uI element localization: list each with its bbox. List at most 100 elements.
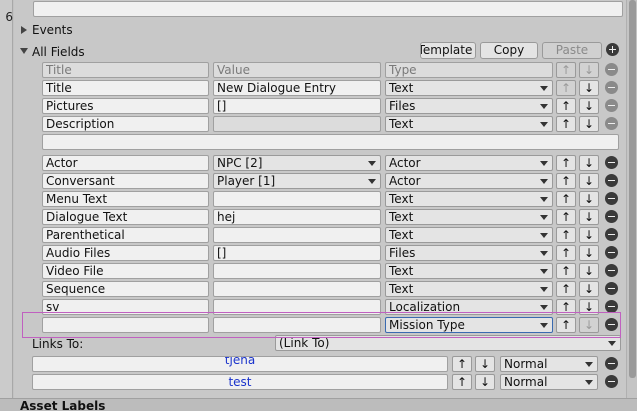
field-title[interactable]: Dialogue Text [42, 209, 209, 225]
link-target-name: test [228, 375, 252, 389]
move-down-button[interactable]: ↓ [579, 227, 599, 243]
move-up-button[interactable]: ↑ [556, 245, 576, 261]
chevron-down-icon [368, 161, 376, 166]
field-type-dropdown[interactable]: Text [385, 116, 553, 132]
field-value[interactable]: hej [213, 209, 381, 225]
events-foldout-label[interactable]: Events [32, 23, 73, 37]
field-value[interactable]: [] [213, 245, 381, 261]
field-value[interactable]: New Dialogue Entry [213, 80, 381, 96]
field-type-dropdown[interactable]: Text [385, 281, 553, 297]
remove-field-icon[interactable] [605, 192, 618, 205]
remove-field-icon[interactable] [605, 174, 618, 187]
field-value[interactable] [213, 116, 381, 132]
link-move-down-button[interactable]: ↓ [475, 356, 495, 372]
move-up-button[interactable]: ↑ [556, 80, 576, 96]
field-type-dropdown[interactable]: Text [385, 191, 553, 207]
link-target-button[interactable]: test [32, 374, 448, 390]
field-value-dropdown[interactable]: Player [1] [213, 173, 381, 189]
field-value-dropdown[interactable]: NPC [2] [213, 155, 381, 171]
move-down-button[interactable]: ↓ [579, 209, 599, 225]
link-priority-dropdown[interactable]: Normal [500, 356, 598, 372]
all-fields-foldout-label[interactable]: All Fields [32, 45, 85, 59]
field-value-label: NPC [2] [217, 156, 263, 170]
chevron-down-icon [585, 380, 593, 385]
field-title[interactable]: Actor [42, 155, 209, 171]
field-value[interactable]: [] [213, 98, 381, 114]
remove-link-icon[interactable] [605, 357, 618, 370]
field-type-dropdown[interactable]: Actor [385, 155, 553, 171]
field-title[interactable]: Parenthetical [42, 227, 209, 243]
chevron-down-icon [540, 179, 548, 184]
move-up-button[interactable]: ↑ [556, 116, 576, 132]
move-up-button[interactable]: ↑ [556, 209, 576, 225]
asset-labels-bar: Asset Labels [0, 398, 637, 411]
link-priority-dropdown[interactable]: Normal [500, 374, 598, 390]
add-field-plus-icon[interactable] [606, 43, 619, 56]
remove-field-icon[interactable] [605, 264, 618, 277]
remove-field-icon[interactable] [605, 228, 618, 241]
chevron-down-icon [540, 197, 548, 202]
move-down-button[interactable]: ↓ [579, 245, 599, 261]
copy-button[interactable]: Copy [480, 42, 538, 59]
field-value[interactable] [213, 227, 381, 243]
vertical-scrollbar[interactable] [626, 0, 637, 398]
paste-button[interactable]: Paste [542, 42, 602, 59]
move-down-button[interactable]: ↓ [579, 155, 599, 171]
field-type-label: Text [389, 117, 414, 131]
remove-field-icon[interactable] [605, 246, 618, 259]
template-button[interactable]: Template [420, 42, 476, 59]
move-down-button[interactable]: ↓ [579, 263, 599, 279]
description-text-area[interactable] [42, 134, 619, 150]
move-down-button[interactable]: ↓ [579, 281, 599, 297]
remove-field-icon[interactable] [605, 156, 618, 169]
move-up-button[interactable]: ↑ [556, 98, 576, 114]
remove-field-icon[interactable] [605, 117, 618, 130]
link-move-down-button[interactable]: ↓ [475, 374, 495, 390]
move-down-button[interactable]: ↓ [579, 191, 599, 207]
scrollbar-thumb[interactable] [629, 0, 636, 378]
field-type-dropdown[interactable]: Text [385, 209, 553, 225]
field-title[interactable]: Video File [42, 263, 209, 279]
events-foldout-arrow-icon[interactable] [21, 26, 27, 34]
chevron-down-icon [608, 341, 616, 346]
move-down-button[interactable]: ↓ [579, 98, 599, 114]
field-title[interactable]: Menu Text [42, 191, 209, 207]
remove-field-icon[interactable] [605, 282, 618, 295]
field-title[interactable]: Title [42, 80, 209, 96]
move-up-button[interactable]: ↑ [556, 227, 576, 243]
move-down-button[interactable]: ↓ [579, 80, 599, 96]
remove-field-icon[interactable] [605, 81, 618, 94]
move-up-button[interactable]: ↑ [556, 173, 576, 189]
field-title[interactable]: Sequence [42, 281, 209, 297]
remove-field-icon[interactable] [605, 99, 618, 112]
field-value[interactable] [213, 281, 381, 297]
field-type-dropdown[interactable]: Files [385, 98, 553, 114]
move-up-button[interactable]: ↑ [556, 263, 576, 279]
link-target-button[interactable]: tjena [32, 356, 448, 372]
link-move-up-button[interactable]: ↑ [452, 356, 472, 372]
all-fields-foldout-arrow-icon[interactable] [20, 48, 28, 54]
link-move-up-button[interactable]: ↑ [452, 374, 472, 390]
field-title[interactable]: Conversant [42, 173, 209, 189]
field-type-dropdown[interactable]: Text [385, 80, 553, 96]
field-title[interactable]: Pictures [42, 98, 209, 114]
move-down-button[interactable]: ↓ [579, 173, 599, 189]
link-target-name: tjena [224, 356, 256, 367]
field-type-dropdown[interactable]: Text [385, 227, 553, 243]
asset-labels-heading[interactable]: Asset Labels [20, 399, 105, 411]
remove-field-icon[interactable] [605, 210, 618, 223]
move-down-button[interactable]: ↓ [579, 116, 599, 132]
remove-link-icon[interactable] [605, 375, 618, 388]
field-type-dropdown[interactable]: Text [385, 263, 553, 279]
field-title[interactable]: Description [42, 116, 209, 132]
move-up-button[interactable]: ↑ [556, 191, 576, 207]
field-value[interactable] [213, 263, 381, 279]
field-value[interactable] [213, 191, 381, 207]
chevron-down-icon [540, 233, 548, 238]
field-type-dropdown[interactable]: Files [385, 245, 553, 261]
top-input[interactable] [33, 1, 623, 17]
move-up-button[interactable]: ↑ [556, 281, 576, 297]
field-title[interactable]: Audio Files [42, 245, 209, 261]
field-type-dropdown[interactable]: Actor [385, 173, 553, 189]
move-up-button[interactable]: ↑ [556, 155, 576, 171]
